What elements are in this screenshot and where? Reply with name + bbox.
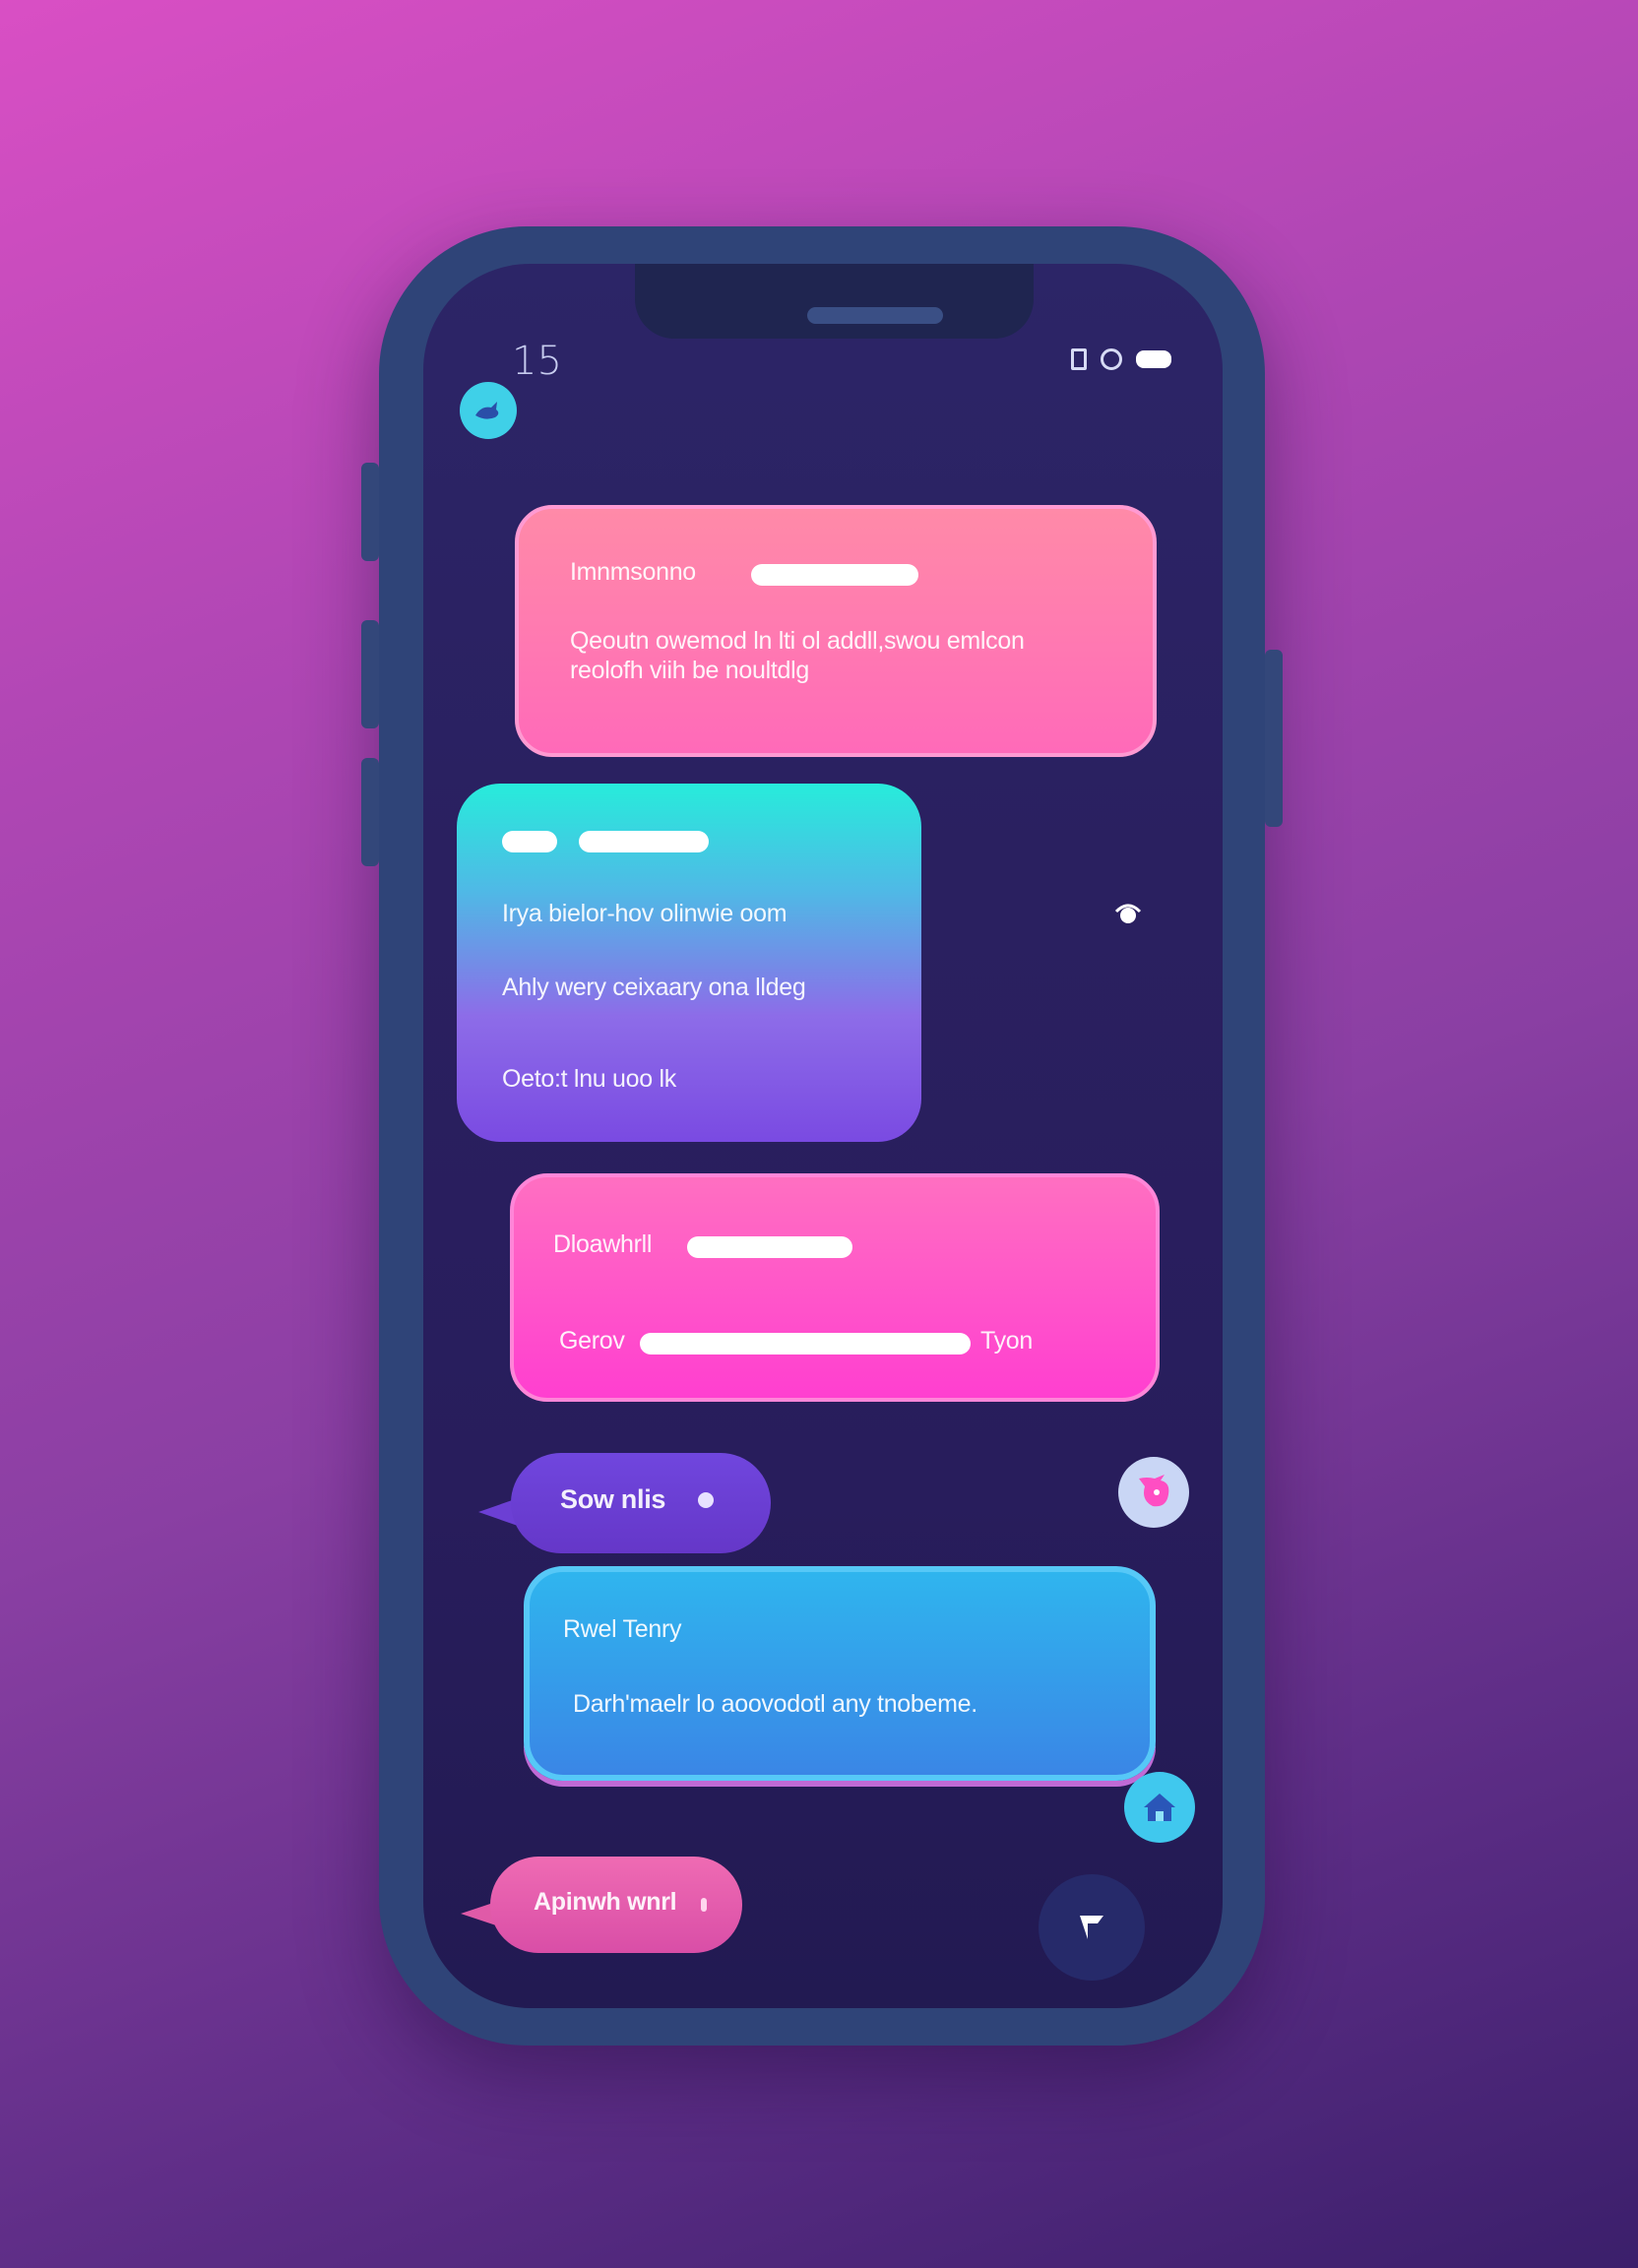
status-icons — [1071, 348, 1171, 370]
send-button[interactable] — [1039, 1874, 1145, 1981]
volume-down-button — [361, 758, 379, 866]
house-icon[interactable] — [1124, 1772, 1195, 1843]
message-bubble-violet-small[interactable]: Sow nlis — [511, 1453, 771, 1553]
volume-up-button — [361, 620, 379, 728]
battery-icon — [1136, 350, 1171, 368]
bird-icon[interactable] — [460, 382, 517, 439]
typing-indicator-icon — [701, 1898, 707, 1912]
message-bubble-gradient[interactable]: Irya bielor-hov olinwie oom Ahly wery ce… — [457, 784, 921, 1142]
power-button — [1265, 650, 1283, 827]
redacted-bar — [502, 831, 557, 852]
emoji-icon — [698, 1492, 714, 1508]
eye-icon — [1114, 900, 1142, 927]
speaker-grille — [807, 307, 943, 324]
redacted-bar — [687, 1236, 852, 1258]
wifi-icon — [1101, 348, 1122, 370]
message-text: Sow nlis — [560, 1484, 666, 1514]
redacted-bar — [579, 831, 709, 852]
message-body-line: Irya bielor-hov olinwie oom — [502, 900, 788, 927]
message-bubble-hotpink[interactable]: Dloawhrll Gerov Tyon — [510, 1173, 1160, 1402]
notch — [635, 264, 1034, 339]
message-body-line: Oeto:t lnu uoo lk — [502, 1065, 676, 1093]
message-body-line: reolofh viih be noultdlg — [570, 657, 809, 684]
status-time: 15 — [512, 339, 562, 384]
message-body: Darh'maelr lo aoovodotl any tnobeme. — [573, 1690, 977, 1718]
mute-switch — [361, 463, 379, 561]
message-title: Imnmsonno — [570, 558, 696, 586]
message-title: Dloawhrll — [553, 1230, 653, 1258]
message-body-line: Qeoutn owemod ln lti ol addll,swou emlco… — [570, 627, 1025, 655]
message-body-line: Ahly wery ceixaary ona lldeg — [502, 974, 806, 1001]
message-footer-right: Tyon — [980, 1327, 1033, 1354]
phone-frame: 15 Imnmsonno Qeoutn owemod ln lti ol add… — [361, 226, 1283, 2046]
redacted-bar — [640, 1333, 971, 1354]
signal-icon — [1071, 348, 1087, 370]
message-bubble-blue[interactable]: Rwel Tenry Darh'maelr lo aoovodotl any t… — [524, 1566, 1156, 1781]
message-footer-left: Gerov — [559, 1327, 625, 1354]
message-bubble-pink[interactable]: Imnmsonno Qeoutn owemod ln lti ol addll,… — [515, 505, 1157, 757]
message-title: Rwel Tenry — [563, 1615, 682, 1643]
creature-icon[interactable] — [1118, 1457, 1189, 1528]
chat-screen: 15 Imnmsonno Qeoutn owemod ln lti ol add… — [423, 264, 1223, 2008]
message-text: Apinwh wnrl — [534, 1888, 677, 1916]
message-bubble-pink-small[interactable]: Apinwh wnrl — [490, 1857, 742, 1953]
send-icon — [1080, 1916, 1103, 1939]
redacted-bar — [751, 564, 918, 586]
